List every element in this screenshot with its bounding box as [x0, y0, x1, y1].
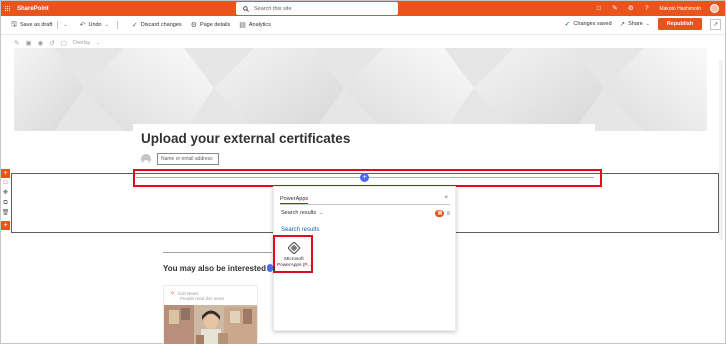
title-area: Upload your external certificates Name o… [133, 124, 595, 171]
related-heading: You may also be interested in [163, 264, 276, 273]
grid-view-icon[interactable]: ▦ [435, 210, 445, 217]
hero-edit-toolbar: ✎ ▣ ◉ ↺ ▢ Overlay ⌄ [14, 39, 100, 47]
news-card[interactable]: ✧ Edit News People read this news [163, 285, 258, 344]
results-heading: Search results [281, 227, 320, 233]
author-field[interactable]: Name or email address [157, 153, 219, 165]
page-details-label: Page details [199, 22, 231, 28]
person-icon [141, 154, 151, 164]
expand-icon[interactable]: ↗ [710, 18, 721, 30]
card-line-2: People read this news [180, 296, 225, 301]
suite-actions: □ ✎ ⚙ ? Makoto Hashimoto [595, 1, 719, 16]
discard-changes-button[interactable]: ✓ Discard changes [132, 21, 182, 29]
gear-icon[interactable]: ⚙ [627, 5, 634, 12]
undo-icon: ↶ [79, 22, 86, 29]
scrollbar[interactable] [719, 60, 723, 240]
save-as-draft-label: Save as draft [19, 22, 53, 28]
changes-saved-label: Changes saved [573, 21, 612, 27]
chevron-down-icon: ⌄ [96, 40, 101, 46]
close-icon[interactable]: × [444, 195, 448, 201]
changes-saved-status: ✓ Changes saved [565, 20, 612, 28]
share-icon: ↗ [619, 21, 626, 28]
view-toggle[interactable]: ▦ ≡ [435, 210, 450, 217]
separator [116, 21, 118, 29]
avatar[interactable] [710, 4, 719, 13]
republish-button[interactable]: Republish [658, 18, 702, 30]
search-icon [243, 5, 249, 12]
card-image [164, 305, 257, 344]
save-icon: 🖫 [11, 20, 17, 28]
gear-icon: ⚙ [190, 22, 197, 29]
author-row: Name or email address [141, 153, 219, 165]
hero-banner [14, 48, 707, 131]
page-details-button[interactable]: ⚙ Page details [191, 21, 231, 29]
spark-icon: ✧ [170, 291, 176, 297]
page-title[interactable]: Upload your external certificates [141, 131, 350, 146]
save-as-draft-button[interactable]: 🖫 Save as draft ⌄ [11, 20, 71, 31]
focal-point-icon[interactable]: ◉ [38, 39, 44, 47]
toolbox-search-input[interactable]: PowerApps × [280, 194, 450, 205]
related-divider [163, 252, 272, 253]
overlay-label[interactable]: Overlay [73, 40, 90, 46]
toolbox-search-value: PowerApps [280, 196, 309, 204]
undo-label: Undo [88, 22, 102, 28]
delete-icon[interactable]: 🗑 [1, 209, 10, 218]
image-icon[interactable]: ▣ [25, 39, 31, 47]
chevron-down-icon[interactable]: ⌄ [105, 22, 109, 28]
reset-icon[interactable]: ↺ [49, 39, 54, 47]
results-filter-dropdown[interactable]: Search results ⌄ [281, 210, 323, 216]
checkmark-icon: ✓ [564, 21, 571, 28]
overlay-icon[interactable]: ▢ [61, 39, 67, 47]
analytics-label: Analytics [248, 22, 271, 28]
webpart-item-highlight-box [273, 235, 313, 273]
filter-label: Search results [281, 210, 317, 216]
add-section-bottom-icon[interactable]: + [1, 221, 10, 230]
share-button[interactable]: ↗ Share ⌄ [620, 20, 650, 28]
pencil-icon[interactable]: ✎ [14, 39, 19, 47]
share-label: Share [628, 21, 643, 27]
command-bar: 🖫 Save as draft ⌄ ↶ Undo ⌄ ✓ Discard cha… [1, 16, 725, 35]
suite-bar: SharePoint Search this site □ ✎ ⚙ ? Mako… [1, 1, 725, 16]
separator [57, 21, 59, 29]
discard-changes-label: Discard changes [140, 22, 182, 28]
user-name[interactable]: Makoto Hashimoto [659, 6, 701, 12]
waffle-icon[interactable] [1, 1, 15, 16]
undo-button[interactable]: ↶ Undo ⌄ [80, 21, 123, 29]
site-search-box[interactable]: Search this site [236, 2, 398, 15]
command-bar-right: ✓ Changes saved ↗ Share ⌄ Republish ↗ [565, 18, 721, 30]
help-icon[interactable]: ? [643, 5, 650, 12]
add-webpart-button[interactable]: + [360, 173, 369, 182]
brand-name[interactable]: SharePoint [17, 6, 49, 12]
chevron-down-icon: ⌄ [319, 210, 324, 216]
add-section-top-icon[interactable]: + [1, 169, 10, 178]
analytics-icon: ▤ [239, 22, 246, 29]
search-placeholder: Search this site [254, 5, 292, 12]
analytics-button[interactable]: ▤ Analytics [239, 21, 271, 29]
discard-icon: ✓ [131, 22, 138, 29]
section-toolbar: + □ ✥ ⧉ 🗑 + [1, 169, 10, 230]
chat-icon[interactable]: □ [595, 5, 602, 12]
related-marker-icon [267, 264, 273, 272]
megaphone-icon[interactable]: ✎ [611, 5, 618, 12]
duplicate-icon[interactable]: ⧉ [1, 199, 10, 208]
edit-section-icon[interactable]: □ [1, 179, 10, 188]
list-view-icon[interactable]: ≡ [446, 211, 450, 217]
chevron-down-icon[interactable]: ⌄ [63, 22, 67, 28]
move-icon[interactable]: ✥ [1, 189, 10, 198]
chevron-down-icon: ⌄ [645, 21, 650, 27]
